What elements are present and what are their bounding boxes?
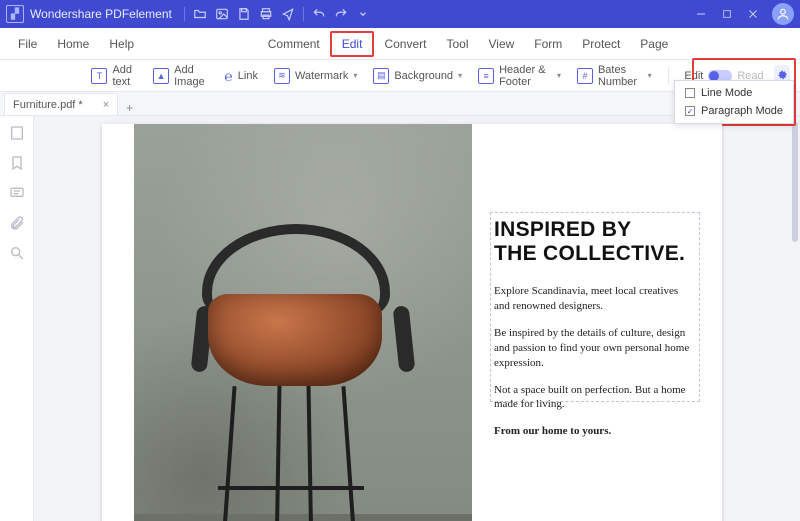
menu-help[interactable]: Help bbox=[99, 31, 144, 57]
background-button[interactable]: ▤ Background ▾ bbox=[367, 65, 468, 87]
label: Bates Number bbox=[598, 64, 643, 88]
vertical-scrollbar[interactable] bbox=[790, 116, 800, 521]
image-icon[interactable] bbox=[212, 4, 232, 24]
add-image-button[interactable]: ▲ Add Image bbox=[147, 61, 214, 91]
save-icon[interactable] bbox=[234, 4, 254, 24]
tab-label: Furniture.pdf * bbox=[13, 99, 83, 111]
paragraph: Explore Scandinavia, meet local creative… bbox=[494, 284, 694, 314]
page-text-column[interactable]: INSPIRED BY THE COLLECTIVE. Explore Scan… bbox=[494, 218, 694, 451]
scrollbar-thumb[interactable] bbox=[792, 122, 798, 242]
label: Link bbox=[238, 70, 258, 82]
user-avatar-icon[interactable] bbox=[772, 3, 794, 25]
separator bbox=[668, 67, 669, 85]
image-icon: ▲ bbox=[153, 68, 169, 84]
separator bbox=[184, 7, 185, 21]
menu-comment[interactable]: Comment bbox=[258, 31, 330, 57]
menu-convert[interactable]: Convert bbox=[374, 31, 436, 57]
watermark-icon: ≋ bbox=[274, 68, 290, 84]
attachment-icon[interactable] bbox=[8, 214, 26, 232]
pdf-page: INSPIRED BY THE COLLECTIVE. Explore Scan… bbox=[102, 124, 722, 521]
edit-toolbar: T Add text ▲ Add Image ℮ Link ≋ Watermar… bbox=[0, 60, 800, 92]
comments-icon[interactable] bbox=[8, 184, 26, 202]
redo-icon[interactable] bbox=[331, 4, 351, 24]
checkbox-icon: ✓ bbox=[685, 106, 695, 116]
label: Watermark bbox=[295, 70, 348, 82]
page-image bbox=[134, 124, 472, 521]
bookmark-icon[interactable] bbox=[8, 154, 26, 172]
background-icon: ▤ bbox=[373, 68, 389, 84]
close-button[interactable] bbox=[740, 0, 766, 28]
close-tab-icon[interactable]: × bbox=[103, 99, 109, 111]
link-icon: ℮ bbox=[224, 68, 232, 84]
maximize-button[interactable] bbox=[714, 0, 740, 28]
thumbnails-icon[interactable] bbox=[8, 124, 26, 142]
document-canvas[interactable]: INSPIRED BY THE COLLECTIVE. Explore Scan… bbox=[34, 116, 790, 521]
label: Add text bbox=[112, 64, 137, 88]
workspace: INSPIRED BY THE COLLECTIVE. Explore Scan… bbox=[0, 116, 800, 521]
paragraph: Be inspired by the details of culture, d… bbox=[494, 326, 694, 371]
menu-view[interactable]: View bbox=[478, 31, 524, 57]
header-footer-button[interactable]: ≡ Header & Footer ▾ bbox=[472, 61, 567, 91]
menu-file[interactable]: File bbox=[8, 31, 47, 57]
label: Line Mode bbox=[701, 87, 752, 99]
new-tab-button[interactable]: + bbox=[118, 101, 141, 115]
separator bbox=[303, 7, 304, 21]
app-window: ▞ Wondershare PDFelement File Home Help … bbox=[0, 0, 800, 521]
paragraph: From our home to yours. bbox=[494, 424, 694, 439]
label: Paragraph Mode bbox=[701, 105, 783, 117]
chevron-down-icon: ▾ bbox=[458, 71, 462, 80]
undo-icon[interactable] bbox=[309, 4, 329, 24]
checkbox-icon bbox=[685, 88, 695, 98]
app-title: Wondershare PDFelement bbox=[30, 7, 172, 21]
headline: INSPIRED BY THE COLLECTIVE. bbox=[494, 218, 694, 266]
chevron-down-icon: ▾ bbox=[557, 71, 561, 80]
link-button[interactable]: ℮ Link bbox=[218, 65, 264, 87]
dropdown-icon[interactable] bbox=[353, 4, 373, 24]
menu-page[interactable]: Page bbox=[630, 31, 678, 57]
menu-home[interactable]: Home bbox=[47, 31, 99, 57]
paragraph: Not a space built on perfection. But a h… bbox=[494, 383, 694, 413]
add-text-button[interactable]: T Add text bbox=[85, 61, 143, 91]
menu-form[interactable]: Form bbox=[524, 31, 572, 57]
print-icon[interactable] bbox=[256, 4, 276, 24]
paragraph-mode-option[interactable]: ✓ Paragraph Mode bbox=[675, 102, 793, 120]
label: Add Image bbox=[174, 64, 208, 88]
document-tab[interactable]: Furniture.pdf * × bbox=[4, 93, 118, 115]
menu-edit[interactable]: Edit bbox=[330, 31, 375, 57]
menu-bar: File Home Help Comment Edit Convert Tool… bbox=[0, 28, 800, 60]
share-icon[interactable] bbox=[278, 4, 298, 24]
minimize-button[interactable] bbox=[688, 0, 714, 28]
title-bar: ▞ Wondershare PDFelement bbox=[0, 0, 800, 28]
label: Background bbox=[394, 70, 453, 82]
label: Header & Footer bbox=[499, 64, 552, 88]
search-icon[interactable] bbox=[8, 244, 26, 262]
menu-protect[interactable]: Protect bbox=[572, 31, 630, 57]
line-mode-option[interactable]: Line Mode bbox=[675, 84, 793, 102]
header-footer-icon: ≡ bbox=[478, 68, 494, 84]
chevron-down-icon: ▾ bbox=[648, 71, 652, 80]
text-icon: T bbox=[91, 68, 107, 84]
watermark-button[interactable]: ≋ Watermark ▾ bbox=[268, 65, 363, 87]
menu-tool[interactable]: Tool bbox=[436, 31, 478, 57]
app-logo-icon: ▞ bbox=[6, 5, 24, 23]
chair-illustration bbox=[180, 210, 426, 521]
edit-mode-popup: Line Mode ✓ Paragraph Mode bbox=[674, 80, 794, 124]
bates-icon: # bbox=[577, 68, 593, 84]
left-sidebar bbox=[0, 116, 34, 521]
chevron-down-icon: ▾ bbox=[353, 71, 357, 80]
open-folder-icon[interactable] bbox=[190, 4, 210, 24]
bates-number-button[interactable]: # Bates Number ▾ bbox=[571, 61, 658, 91]
